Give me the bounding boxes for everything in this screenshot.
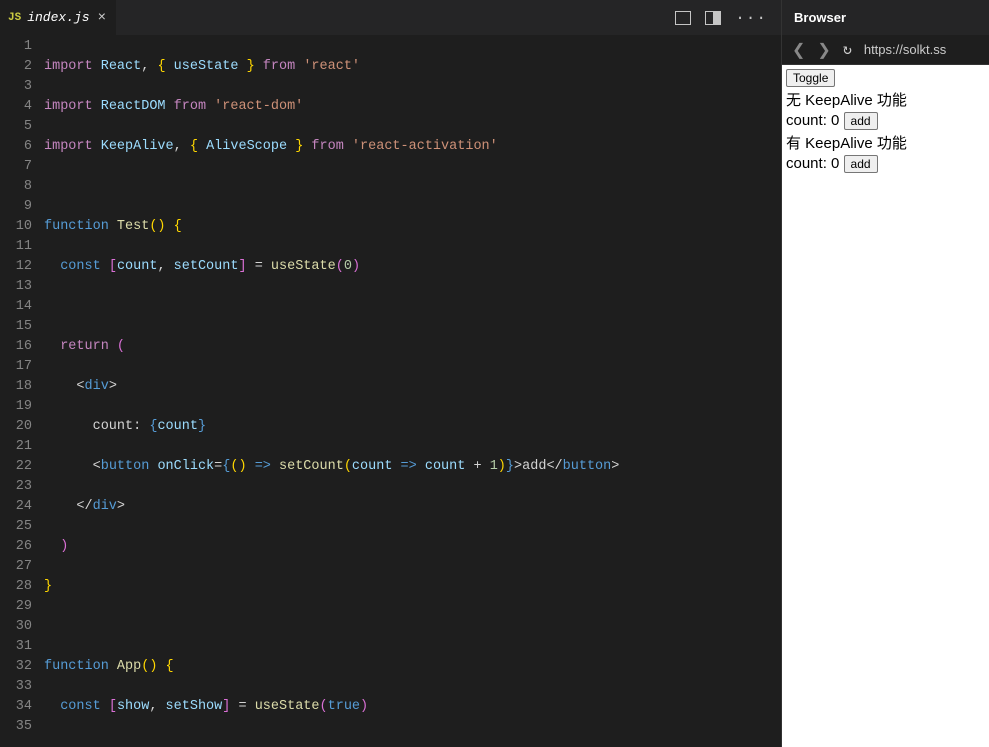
editor-panel: JS index.js × ··· 1234567891011121314151… xyxy=(0,0,782,747)
has-keepalive-label: 有 KeepAlive 功能 xyxy=(786,132,985,153)
count-label-1: count: xyxy=(786,112,831,129)
split-editor-icon[interactable] xyxy=(675,11,691,25)
code-editor[interactable]: 1234567891011121314151617181920212223242… xyxy=(0,35,781,747)
forward-icon[interactable]: ❯ xyxy=(817,40,830,60)
code-content[interactable]: import React, { useState } from 'react' … xyxy=(44,35,781,747)
no-keepalive-label: 无 KeepAlive 功能 xyxy=(786,89,985,110)
count-value-2: 0 xyxy=(831,155,839,172)
browser-toolbar: ❮ ❯ ↻ https://solkt.ss xyxy=(782,35,989,65)
back-icon[interactable]: ❮ xyxy=(792,40,805,60)
count-row-1: count: 0 add xyxy=(786,112,985,130)
add-button-2[interactable]: add xyxy=(844,155,878,173)
count-row-2: count: 0 add xyxy=(786,155,985,173)
browser-content: Toggle 无 KeepAlive 功能 count: 0 add 有 Kee… xyxy=(782,65,989,747)
javascript-file-icon: JS xyxy=(8,12,21,24)
reload-icon[interactable]: ↻ xyxy=(843,40,852,59)
count-label-2: count: xyxy=(786,155,831,172)
count-value-1: 0 xyxy=(831,112,839,129)
file-tab-label: index.js xyxy=(27,10,89,25)
add-button-1[interactable]: add xyxy=(844,112,878,130)
browser-tab-label: Browser xyxy=(794,10,846,25)
toggle-button[interactable]: Toggle xyxy=(786,69,835,87)
line-number-gutter: 1234567891011121314151617181920212223242… xyxy=(0,35,44,747)
browser-panel: Browser ❮ ❯ ↻ https://solkt.ss Toggle 无 … xyxy=(782,0,989,747)
more-actions-icon[interactable]: ··· xyxy=(735,9,767,27)
editor-tabbar: JS index.js × ··· xyxy=(0,0,781,35)
close-tab-icon[interactable]: × xyxy=(96,10,108,26)
split-editor-right-icon[interactable] xyxy=(705,11,721,25)
browser-tabbar: Browser xyxy=(782,0,989,35)
file-tab-indexjs[interactable]: JS index.js × xyxy=(0,0,116,35)
address-bar[interactable]: https://solkt.ss xyxy=(864,42,946,57)
